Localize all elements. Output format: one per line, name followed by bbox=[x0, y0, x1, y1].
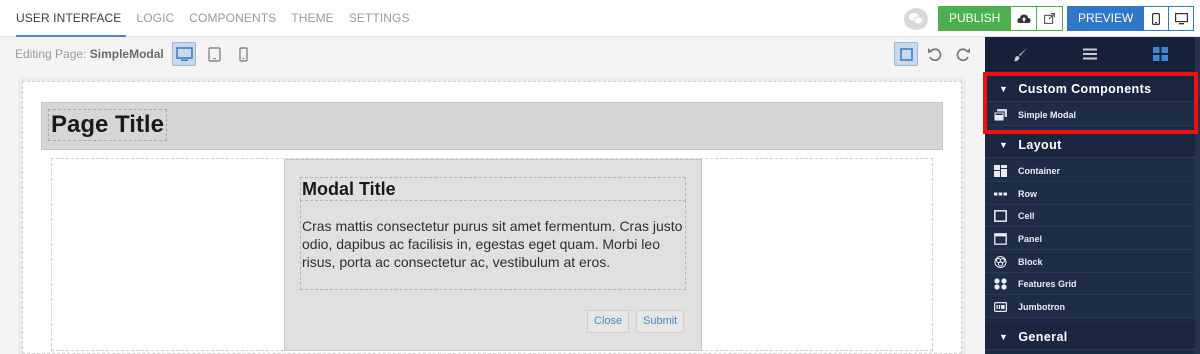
component-container[interactable]: Container bbox=[985, 160, 1195, 182]
container-icon bbox=[994, 165, 1007, 177]
jumbotron-icon bbox=[994, 302, 1007, 312]
tab-logic[interactable]: LOGIC bbox=[136, 0, 181, 37]
editing-page-name: SimpleModal bbox=[89, 47, 164, 61]
desktop-view-icon[interactable] bbox=[172, 42, 196, 66]
page-title[interactable]: Page Title bbox=[48, 109, 167, 141]
design-canvas: Page Title Modal Title Cras mattis conse… bbox=[0, 71, 985, 354]
modal-submit-button[interactable]: Submit bbox=[636, 310, 685, 333]
component-jumbotron[interactable]: Jumbotron bbox=[985, 296, 1195, 318]
brush-icon[interactable] bbox=[985, 37, 1055, 71]
preview-button[interactable]: PREVIEW bbox=[1068, 7, 1144, 30]
editor-toolbar: Editing Page: SimpleModal bbox=[0, 37, 985, 71]
hamburger-menu-icon[interactable] bbox=[1055, 37, 1125, 71]
block-icon bbox=[994, 256, 1007, 268]
item-label: Row bbox=[1018, 189, 1037, 199]
desktop-preview-icon[interactable] bbox=[1168, 7, 1194, 30]
components-grid-icon[interactable] bbox=[1125, 37, 1195, 71]
sidebar-tabs bbox=[985, 37, 1200, 71]
chat-icon[interactable] bbox=[904, 8, 928, 30]
page-header[interactable]: Page Title bbox=[41, 102, 943, 150]
cell-icon bbox=[994, 210, 1007, 222]
highlight-annotation bbox=[983, 72, 1198, 134]
item-label: Features Grid bbox=[1018, 279, 1077, 289]
phone-view-icon[interactable] bbox=[231, 42, 255, 66]
component-panel[interactable]: Panel bbox=[985, 228, 1195, 250]
phone-preview-icon[interactable] bbox=[1143, 7, 1169, 30]
section-label: Layout bbox=[1018, 138, 1062, 152]
cloud-upload-icon[interactable] bbox=[1010, 7, 1037, 30]
component-block[interactable]: Block bbox=[985, 251, 1195, 273]
modal-body[interactable]: Cras mattis consectetur purus sit amet f… bbox=[300, 200, 686, 290]
section-label: General bbox=[1018, 330, 1068, 344]
app-root: USER INTERFACE LOGIC COMPONENTS THEME SE… bbox=[0, 0, 1200, 354]
panel-icon bbox=[994, 233, 1007, 245]
item-label: Jumbotron bbox=[1018, 302, 1065, 312]
outline-toggle-icon[interactable] bbox=[894, 42, 918, 66]
component-cell[interactable]: Cell bbox=[985, 205, 1195, 227]
row-icon bbox=[994, 192, 1007, 196]
main-nav: USER INTERFACE LOGIC COMPONENTS THEME SE… bbox=[16, 0, 425, 37]
editing-prefix: Editing Page: bbox=[15, 47, 87, 61]
tab-components[interactable]: COMPONENTS bbox=[189, 0, 283, 37]
component-row[interactable]: Row bbox=[985, 183, 1195, 205]
item-label: Panel bbox=[1018, 234, 1043, 244]
features-grid-icon bbox=[994, 278, 1007, 290]
item-label: Cell bbox=[1018, 211, 1035, 221]
redo-icon[interactable] bbox=[951, 42, 975, 66]
publish-group: PUBLISH bbox=[938, 6, 1064, 31]
modal-close-button[interactable]: Close bbox=[587, 310, 630, 333]
tablet-view-icon[interactable] bbox=[202, 42, 226, 66]
preview-group: PREVIEW bbox=[1067, 6, 1195, 31]
section-general[interactable]: ▼ General bbox=[985, 324, 1195, 350]
item-label: Container bbox=[1018, 166, 1061, 176]
item-label: Block bbox=[1018, 257, 1043, 267]
content-row[interactable]: Modal Title Cras mattis consectetur puru… bbox=[51, 158, 933, 351]
simple-modal[interactable]: Modal Title Cras mattis consectetur puru… bbox=[284, 159, 702, 351]
caret-down-icon: ▼ bbox=[999, 332, 1009, 342]
undo-icon[interactable] bbox=[922, 42, 946, 66]
page-frame: Page Title Modal Title Cras mattis conse… bbox=[18, 77, 966, 354]
component-features-grid[interactable]: Features Grid bbox=[985, 273, 1195, 295]
tab-settings[interactable]: SETTINGS bbox=[349, 0, 417, 37]
tab-user-interface[interactable]: USER INTERFACE bbox=[16, 0, 128, 37]
caret-down-icon: ▼ bbox=[999, 140, 1009, 150]
external-link-icon[interactable] bbox=[1036, 7, 1063, 30]
editing-page-label: Editing Page: SimpleModal bbox=[15, 37, 164, 71]
modal-title[interactable]: Modal Title bbox=[300, 177, 686, 201]
publish-button[interactable]: PUBLISH bbox=[939, 7, 1011, 30]
section-layout[interactable]: ▼ Layout bbox=[985, 132, 1195, 158]
top-bar: USER INTERFACE LOGIC COMPONENTS THEME SE… bbox=[0, 0, 1200, 37]
tab-theme[interactable]: THEME bbox=[291, 0, 341, 37]
